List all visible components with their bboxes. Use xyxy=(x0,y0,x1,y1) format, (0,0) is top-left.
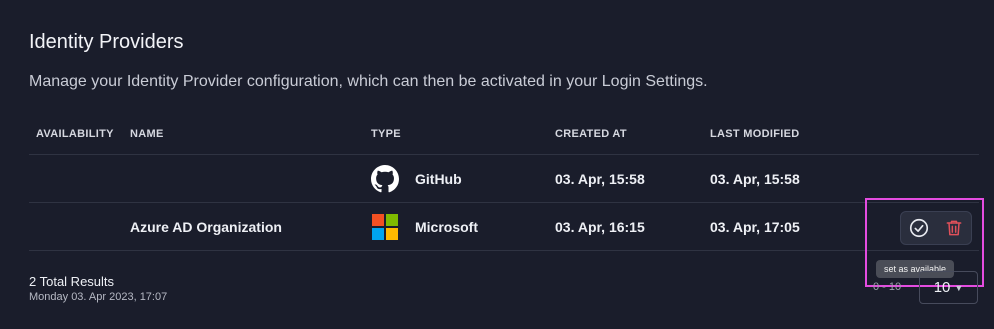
microsoft-icon xyxy=(371,213,399,241)
row-actions xyxy=(900,211,972,245)
trash-icon[interactable] xyxy=(942,216,966,240)
table-row[interactable]: Azure AD Organization Microsoft 03. Apr,… xyxy=(29,203,979,251)
column-created-at[interactable]: CREATED AT xyxy=(555,128,627,140)
column-type[interactable]: TYPE xyxy=(371,128,401,140)
type-cell: GitHub xyxy=(371,155,462,202)
column-last-modified[interactable]: LAST MODIFIED xyxy=(710,128,799,140)
page-size-select[interactable]: 10 ▼ xyxy=(919,271,978,304)
column-availability[interactable]: AVAILABILITY xyxy=(36,128,114,140)
created-at-cell: 03. Apr, 16:15 xyxy=(555,218,645,235)
pagination-range: 0 - 10 xyxy=(873,281,902,293)
timestamp: Monday 03. Apr 2023, 17:07 xyxy=(29,291,168,303)
table-row[interactable]: GitHub 03. Apr, 15:58 03. Apr, 15:58 xyxy=(29,155,979,203)
table-header: AVAILABILITY NAME TYPE CREATED AT LAST M… xyxy=(29,116,979,155)
last-modified-cell: 03. Apr, 17:05 xyxy=(710,218,800,235)
type-label: Microsoft xyxy=(415,218,478,235)
check-circle-icon[interactable] xyxy=(907,216,931,240)
github-icon xyxy=(371,164,399,193)
chevron-down-icon: ▼ xyxy=(954,282,964,293)
column-name[interactable]: NAME xyxy=(130,128,164,140)
page-size-value: 10 xyxy=(933,279,951,296)
last-modified-cell: 03. Apr, 15:58 xyxy=(710,170,800,187)
total-results: 2 Total Results xyxy=(29,274,115,289)
identity-providers-table: AVAILABILITY NAME TYPE CREATED AT LAST M… xyxy=(29,116,979,251)
name-cell: Azure AD Organization xyxy=(130,218,282,235)
type-cell: Microsoft xyxy=(371,203,478,250)
page-description: Manage your Identity Provider configurat… xyxy=(29,73,708,90)
type-label: GitHub xyxy=(415,170,462,187)
created-at-cell: 03. Apr, 15:58 xyxy=(555,170,645,187)
page-title: Identity Providers xyxy=(29,31,184,53)
